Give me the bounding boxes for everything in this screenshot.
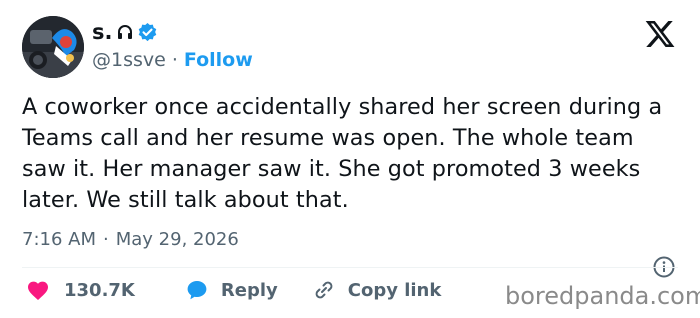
avatar[interactable] — [22, 16, 84, 78]
copy-link-label: Copy link — [347, 279, 442, 301]
watermark: boredpanda.com — [505, 282, 700, 310]
avatar-image — [22, 16, 84, 78]
tweet-timestamp[interactable]: 7:16 AM · May 29, 2026 — [22, 227, 239, 253]
follow-button[interactable]: Follow — [184, 47, 253, 73]
tweet-time[interactable]: 7:16 AM — [22, 227, 96, 253]
separator-dot: · — [171, 49, 178, 71]
like-button[interactable]: 130.7K — [26, 279, 135, 301]
author-handle[interactable]: @1ssve — [92, 47, 166, 73]
divider — [22, 267, 678, 268]
tweet-date[interactable]: May 29, 2026 — [116, 227, 239, 253]
heart-icon — [26, 279, 50, 301]
speech-bubble-icon — [185, 278, 209, 302]
headphones-icon — [116, 23, 134, 41]
link-icon — [312, 278, 336, 302]
x-logo-icon[interactable] — [643, 18, 677, 50]
timestamp-separator: · — [103, 229, 109, 250]
action-bar: 130.7K Reply Copy link — [26, 278, 441, 302]
copy-link-button[interactable]: Copy link — [312, 278, 442, 302]
author-name-row[interactable]: s. — [92, 18, 158, 46]
author-display-name[interactable]: s. — [92, 18, 112, 46]
reply-label: Reply — [220, 279, 278, 301]
verified-badge-icon — [137, 22, 158, 43]
author-meta-row: @1ssve · Follow — [92, 47, 253, 73]
like-count: 130.7K — [64, 279, 135, 301]
reply-button[interactable]: Reply — [185, 278, 278, 302]
tweet-text: A coworker once accidentally shared her … — [22, 94, 663, 213]
